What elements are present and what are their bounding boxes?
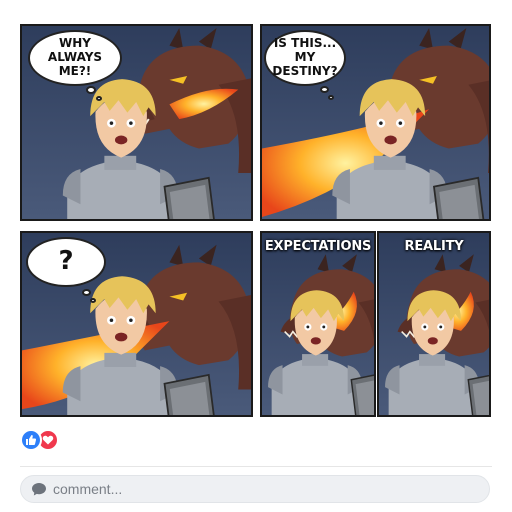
comment-input[interactable]: comment... xyxy=(20,475,490,503)
speech-bubble-icon xyxy=(32,483,46,496)
thought-text: ? xyxy=(58,246,74,277)
thought-dot xyxy=(82,289,91,296)
thought-text: IS THIS... MY DESTINY? xyxy=(272,36,338,78)
thumbs-up-icon[interactable] xyxy=(20,429,42,451)
reactions[interactable] xyxy=(20,429,64,451)
panel-4-art xyxy=(262,233,374,415)
thought-dot xyxy=(320,86,329,93)
panel-caption: EXPECTATIONS xyxy=(264,239,372,254)
divider xyxy=(20,466,492,467)
thought-text: WHY ALWAYS ME?! xyxy=(47,36,103,78)
comic-panel-2: IS THIS... MY DESTINY? xyxy=(260,24,491,221)
comic-panel-3: ? xyxy=(20,231,253,417)
thought-dot xyxy=(86,86,96,94)
thought-bubble: WHY ALWAYS ME?! xyxy=(28,30,122,86)
thought-dot xyxy=(90,298,96,303)
thought-dot xyxy=(328,95,334,100)
thought-bubble: IS THIS... MY DESTINY? xyxy=(264,30,346,86)
thought-bubble: ? xyxy=(26,237,106,287)
panel-caption: REALITY xyxy=(404,239,464,254)
panel-5-art xyxy=(379,233,489,415)
comic-panel-5: REALITY xyxy=(377,231,491,417)
comic-panel-1: WHY ALWAYS ME?! xyxy=(20,24,253,221)
thought-dot xyxy=(96,96,102,101)
comment-placeholder: comment... xyxy=(53,481,123,497)
comic-panel-4: EXPECTATIONS xyxy=(260,231,376,417)
comic-post: WHY ALWAYS ME?! IS THIS... MY DESTINY? ? xyxy=(0,0,512,512)
